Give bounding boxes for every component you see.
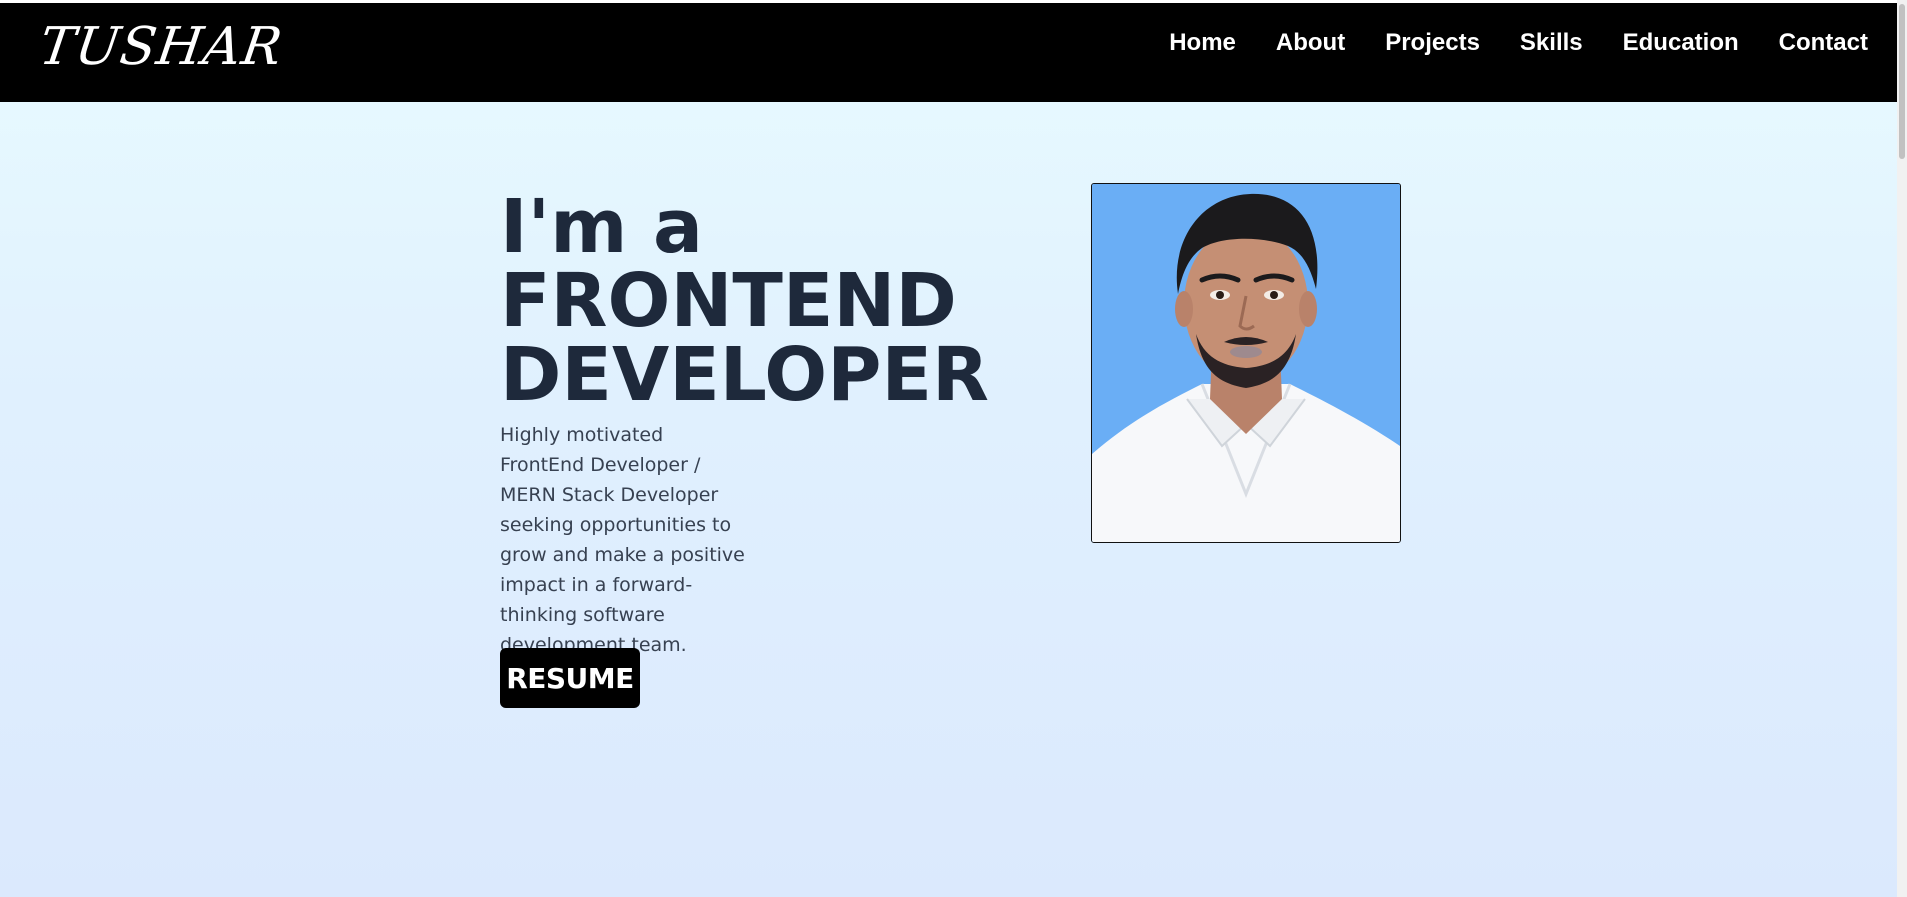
scrollbar-thumb[interactable]	[1899, 4, 1905, 159]
hero-description: Highly motivated FrontEnd Developer / ME…	[500, 424, 745, 656]
navbar: TUSHAR Home About Projects Skills Educat…	[0, 3, 1897, 102]
hero-title: I'm a FRONTEND DEVELOPER	[500, 190, 989, 412]
hero-title-line-2: FRONTEND	[500, 258, 957, 344]
nav-projects-link[interactable]: Projects	[1385, 29, 1480, 57]
nav-contact-link[interactable]: Contact	[1779, 29, 1868, 57]
resume-button[interactable]: RESUME	[500, 648, 640, 708]
nav-home-link[interactable]: Home	[1169, 29, 1236, 57]
nav-skills-link[interactable]: Skills	[1520, 29, 1583, 57]
portfolio-page: TUSHAR Home About Projects Skills Educat…	[0, 0, 1907, 897]
hero-title-line-3: DEVELOPER	[500, 332, 989, 418]
nav-education-link[interactable]: Education	[1623, 29, 1739, 57]
page-scrollbar[interactable]	[1897, 0, 1907, 897]
profile-photo	[1091, 183, 1401, 543]
nav-about-link[interactable]: About	[1276, 29, 1345, 57]
site-logo[interactable]: TUSHAR	[35, 11, 287, 83]
hero-title-line-1: I'm a	[500, 184, 703, 270]
main-nav: Home About Projects Skills Education Con…	[1169, 3, 1868, 83]
profile-portrait-illustration	[1092, 184, 1400, 542]
